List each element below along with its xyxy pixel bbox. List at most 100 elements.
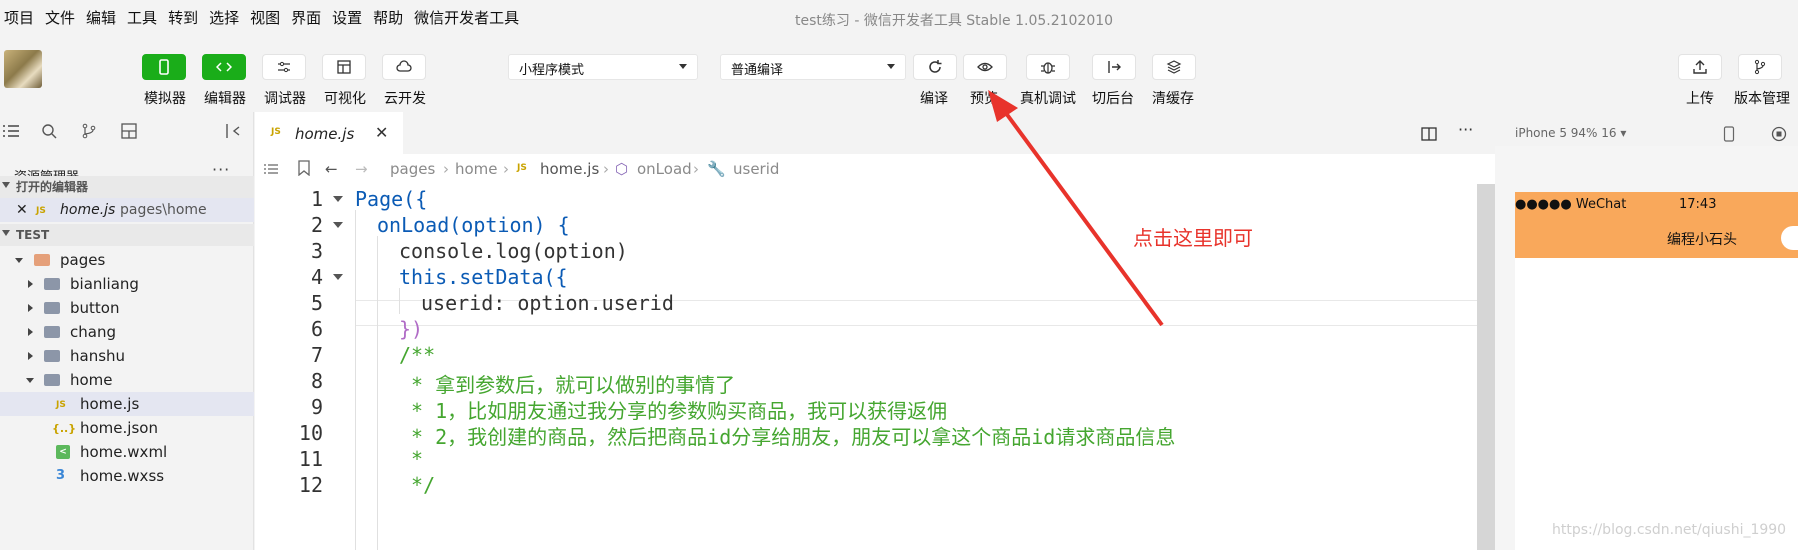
clear-cache-button[interactable]: [1152, 54, 1196, 80]
menu-select[interactable]: 选择: [209, 7, 239, 28]
search-icon[interactable]: [40, 122, 58, 140]
menu-project[interactable]: 项目: [4, 7, 34, 28]
tree-item-home-wxss[interactable]: 3 home.wxss: [0, 464, 254, 488]
tab-home-js[interactable]: JS home.js ✕: [255, 112, 403, 154]
phone-icon[interactable]: [1723, 126, 1735, 142]
debugger-button[interactable]: [262, 54, 306, 80]
mode-select-value: 小程序模式: [519, 63, 585, 78]
fold-chevron-icon[interactable]: [333, 196, 343, 202]
more-icon[interactable]: ···: [1458, 120, 1473, 139]
code-line: userid: option.userid: [421, 291, 674, 315]
chevron-right-icon: ›: [503, 160, 509, 178]
bookmark-icon[interactable]: [297, 160, 311, 176]
simulator-header: iPhone 5 94% 16 ▾: [1495, 112, 1798, 146]
list-icon[interactable]: [2, 122, 20, 140]
menu-interface[interactable]: 界面: [291, 7, 321, 28]
menu-tools[interactable]: 工具: [127, 7, 157, 28]
method-icon: ⬡: [615, 160, 629, 178]
layout-icon: [337, 60, 351, 74]
upload-button[interactable]: [1678, 54, 1722, 80]
compile-select[interactable]: 普通编译: [720, 54, 906, 80]
back-icon[interactable]: ←: [325, 160, 338, 178]
simulator-button[interactable]: [142, 54, 186, 80]
device-select[interactable]: iPhone 5 94% 16 ▾: [1515, 126, 1626, 140]
phone-status-bar: ●●●●● WeChat 17:43: [1515, 192, 1798, 218]
fold-chevron-icon[interactable]: [333, 274, 343, 280]
open-editor-item[interactable]: ✕ JS home.js pages\home: [0, 198, 254, 222]
code-editor: JS home.js ✕ ··· ← → pages › home › JS h…: [255, 112, 1495, 550]
chevron-down-icon: [887, 64, 895, 69]
record-icon[interactable]: [1771, 126, 1787, 142]
collapse-panel-icon[interactable]: [224, 122, 242, 140]
tree-item-chang[interactable]: chang: [0, 320, 254, 344]
code-line: * 1，比如朋友通过我分享的参数购买商品，我可以获得返佣: [399, 399, 948, 423]
preview-button[interactable]: [963, 54, 1007, 80]
open-editors-header[interactable]: 打开的编辑器: [0, 176, 254, 198]
wrench-icon: 🔧: [707, 160, 726, 178]
tree-item-home[interactable]: home: [0, 368, 254, 392]
menu-help[interactable]: 帮助: [373, 7, 403, 28]
chevron-down-icon: [2, 182, 10, 188]
code-area[interactable]: 1 2 3 4 5 6 7 8 9 10 11 12 Page({ onLoad…: [255, 184, 1495, 550]
tree-item-home-wxml[interactable]: < home.wxml: [0, 440, 254, 464]
tree-item-button[interactable]: button: [0, 296, 254, 320]
capsule-button[interactable]: [1781, 226, 1798, 250]
chevron-down-icon: [26, 378, 34, 383]
code-line: }): [399, 317, 424, 341]
folder-open-icon: [44, 374, 60, 386]
visual-button[interactable]: [322, 54, 366, 80]
tree-label: bianliang: [70, 275, 139, 293]
version-button[interactable]: [1738, 54, 1782, 80]
tree-item-home-json[interactable]: {..} home.json: [0, 416, 254, 440]
menu-view[interactable]: 视图: [250, 7, 280, 28]
code-line: /**: [399, 343, 436, 367]
line-number: 4: [310, 265, 323, 289]
menu-edit[interactable]: 编辑: [86, 7, 116, 28]
tree-item-home-js[interactable]: JS home.js: [0, 392, 254, 416]
vertical-scrollbar[interactable]: [1477, 184, 1495, 550]
menu-settings[interactable]: 设置: [332, 7, 362, 28]
tree-label: pages: [60, 251, 106, 269]
menu-goto[interactable]: 转到: [168, 7, 198, 28]
tree-item-bianliang[interactable]: bianliang: [0, 272, 254, 296]
breadcrumb-item[interactable]: home: [455, 160, 498, 178]
tree-label: home: [70, 371, 113, 389]
window-title: test练习 - 微信开发者工具 Stable 1.05.2102010: [795, 13, 1114, 29]
mode-select[interactable]: 小程序模式: [508, 54, 698, 80]
tree-item-hanshu[interactable]: hanshu: [0, 344, 254, 368]
js-file-icon: JS: [271, 127, 281, 137]
menu-bar: 项目 文件 编辑 工具 转到 选择 视图 界面 设置 帮助 微信开发者工具 te…: [0, 0, 1798, 34]
tree-label: button: [70, 299, 120, 317]
list-icon[interactable]: [263, 161, 279, 177]
breadcrumb-item[interactable]: pages: [390, 160, 435, 178]
tree-item-pages[interactable]: pages: [0, 248, 254, 272]
tree-label: hanshu: [70, 347, 126, 365]
annotation-text: 点击这里即可: [1133, 226, 1253, 250]
device-debug-button[interactable]: [1026, 54, 1070, 80]
project-header[interactable]: TEST: [0, 224, 254, 246]
compile-button[interactable]: [913, 54, 957, 80]
wxml-file-icon: <: [56, 445, 70, 459]
breadcrumb-item[interactable]: home.js: [540, 160, 599, 178]
menu-file[interactable]: 文件: [45, 7, 75, 28]
close-icon[interactable]: ✕: [16, 202, 28, 218]
breadcrumb-item[interactable]: onLoad: [637, 160, 692, 178]
bug-icon: [1041, 62, 1055, 74]
background-button[interactable]: [1092, 54, 1136, 80]
source-control-icon[interactable]: [80, 122, 98, 140]
code-line: * 拿到参数后，就可以做别的事情了: [399, 373, 736, 397]
avatar[interactable]: [4, 50, 42, 88]
extensions-icon[interactable]: [120, 122, 138, 140]
close-icon[interactable]: ✕: [375, 123, 388, 142]
menu-devtools[interactable]: 微信开发者工具: [414, 7, 519, 28]
indent-guide: [377, 236, 378, 550]
cloud-button[interactable]: [382, 54, 426, 80]
breadcrumb-item[interactable]: userid: [733, 160, 779, 178]
open-editor-path: pages\home: [120, 202, 207, 218]
folder-icon: [44, 350, 60, 362]
editor-button[interactable]: [202, 54, 246, 80]
split-editor-icon[interactable]: [1421, 126, 1437, 142]
chevron-right-icon: ›: [443, 160, 449, 178]
phone-nav-bar: 编程小石头: [1515, 218, 1798, 258]
fold-chevron-icon[interactable]: [333, 222, 343, 228]
